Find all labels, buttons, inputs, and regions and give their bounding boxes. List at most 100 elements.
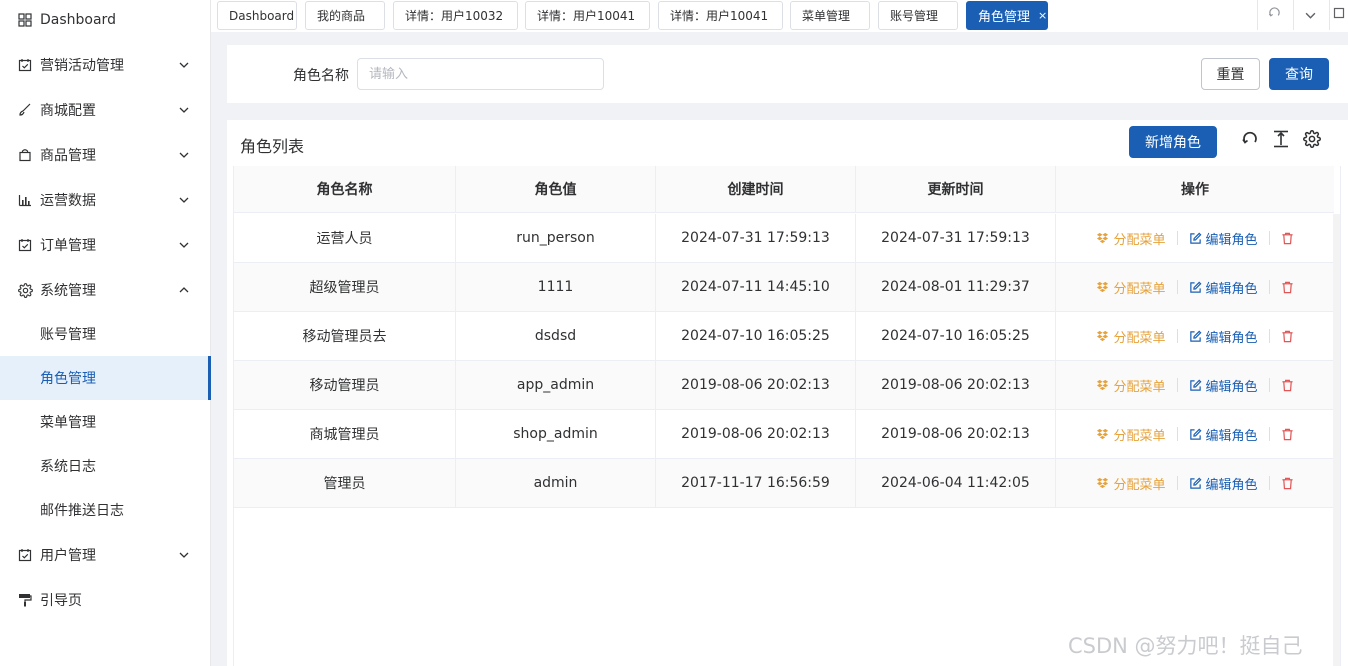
- column-header[interactable]: 创建时间: [656, 166, 856, 212]
- chevron-down-icon: [178, 152, 190, 158]
- tab-user-detail-10041[interactable]: 详情：用户10041: [525, 1, 650, 30]
- tab-my-goods[interactable]: 我的商品: [305, 1, 385, 30]
- assign-menu-button[interactable]: 分配菜单: [1096, 425, 1166, 444]
- gear-icon: [1303, 130, 1321, 152]
- dropbox-icon: [1096, 477, 1109, 490]
- assign-menu-button[interactable]: 分配菜单: [1096, 474, 1166, 493]
- edit-icon: [1189, 281, 1202, 294]
- brush-icon: [17, 102, 33, 118]
- tabs-dropdown-button[interactable]: [1293, 0, 1327, 30]
- watermark: CSDN @努力吧！挺自己: [1068, 634, 1303, 658]
- tab-account-manage[interactable]: 账号管理: [878, 1, 958, 30]
- assign-menu-label: 分配菜单: [1113, 232, 1166, 248]
- sidebar-subitem-syslog[interactable]: 系统日志: [0, 444, 210, 488]
- role-value-cell: shop_admin: [456, 410, 656, 458]
- sidebar-item-label: 引导页: [40, 593, 82, 609]
- sidebar-item-goods[interactable]: 商品管理: [0, 133, 210, 177]
- tab-user-detail-10041-2[interactable]: 详情：用户10041: [658, 1, 783, 30]
- sidebar-item-marketing[interactable]: 营销活动管理: [0, 43, 210, 87]
- assign-menu-button[interactable]: 分配菜单: [1096, 327, 1166, 346]
- created-time-cell: 2024-07-31 17:59:13: [656, 214, 856, 262]
- delete-role-button[interactable]: [1281, 379, 1294, 392]
- role-value-cell: dsdsd: [456, 312, 656, 360]
- role-name-input[interactable]: [357, 58, 604, 90]
- actions-cell: 分配菜单 编辑角色: [1056, 410, 1334, 458]
- role-value-cell: run_person: [456, 214, 656, 262]
- role-value-cell: app_admin: [456, 361, 656, 409]
- assign-menu-label: 分配菜单: [1113, 477, 1166, 493]
- table-row: 超级管理员 1111 2024-07-11 14:45:10 2024-08-0…: [234, 263, 1334, 312]
- divider: [1268, 378, 1270, 392]
- table-settings-button[interactable]: [1301, 130, 1323, 152]
- sidebar-item-mall-config[interactable]: 商城配置: [0, 88, 210, 132]
- role-name-cell: 移动管理员: [234, 361, 456, 409]
- sidebar-subitem-menus[interactable]: 菜单管理: [0, 400, 210, 444]
- actions-cell: 分配菜单 编辑角色: [1056, 263, 1334, 311]
- actions-cell: 分配菜单 编辑角色: [1056, 361, 1334, 409]
- sidebar-item-label: 订单管理: [40, 238, 96, 254]
- trash-icon: [1281, 428, 1294, 441]
- updated-time-cell: 2019-08-06 20:02:13: [856, 410, 1056, 458]
- chevron-down-icon: [178, 552, 190, 558]
- sidebar-item-dashboard[interactable]: Dashboard: [0, 0, 210, 42]
- add-role-button[interactable]: 新增角色: [1129, 126, 1217, 158]
- sidebar-subitem-accounts[interactable]: 账号管理: [0, 312, 210, 356]
- edit-role-button[interactable]: 编辑角色: [1189, 425, 1258, 444]
- assign-menu-button[interactable]: 分配菜单: [1096, 278, 1166, 297]
- vertical-scrollbar[interactable]: [1333, 214, 1340, 666]
- trash-icon: [1281, 281, 1294, 294]
- edit-role-button[interactable]: 编辑角色: [1189, 229, 1258, 248]
- delete-role-button[interactable]: [1281, 428, 1294, 441]
- table-row: 移动管理员去 dsdsd 2024-07-10 16:05:25 2024-07…: [234, 312, 1334, 361]
- refresh-table-button[interactable]: [1239, 130, 1261, 152]
- reset-button[interactable]: 重置: [1201, 58, 1260, 90]
- tab-label: 角色管理: [978, 10, 1031, 25]
- delete-role-button[interactable]: [1281, 477, 1294, 490]
- query-button[interactable]: 查询: [1269, 58, 1329, 90]
- tab-user-detail-10032[interactable]: 详情：用户10032: [393, 1, 518, 30]
- gear-icon: [17, 282, 33, 298]
- tab-role-manage[interactable]: 角色管理 ×: [966, 1, 1048, 30]
- chevron-down-icon: [178, 107, 190, 113]
- edit-role-button[interactable]: 编辑角色: [1189, 474, 1258, 493]
- column-header[interactable]: 角色值: [456, 166, 656, 212]
- dropbox-icon: [1096, 330, 1109, 343]
- dropbox-icon: [1096, 232, 1109, 245]
- edit-role-label: 编辑角色: [1205, 330, 1258, 346]
- sidebar-item-guide[interactable]: 引导页: [0, 578, 210, 622]
- edit-role-button[interactable]: 编辑角色: [1189, 376, 1258, 395]
- delete-role-button[interactable]: [1281, 330, 1294, 343]
- column-height-button[interactable]: [1270, 130, 1292, 152]
- role-name-cell: 超级管理员: [234, 263, 456, 311]
- edit-role-button[interactable]: 编辑角色: [1189, 278, 1258, 297]
- actions-cell: 分配菜单 编辑角色: [1056, 459, 1334, 507]
- sidebar-item-label: Dashboard: [40, 12, 116, 28]
- assign-menu-button[interactable]: 分配菜单: [1096, 229, 1166, 248]
- delete-role-button[interactable]: [1281, 232, 1294, 245]
- tab-dashboard[interactable]: Dashboard: [217, 1, 297, 30]
- divider: [1176, 231, 1178, 245]
- edit-icon: [1189, 428, 1202, 441]
- tab-menu-manage[interactable]: 菜单管理: [790, 1, 870, 30]
- sidebar-item-users[interactable]: 用户管理: [0, 533, 210, 577]
- calendar-check-icon: [17, 547, 33, 563]
- role-name-cell: 管理员: [234, 459, 456, 507]
- edit-role-label: 编辑角色: [1205, 232, 1258, 248]
- delete-role-button[interactable]: [1281, 281, 1294, 294]
- role-value-cell: admin: [456, 459, 656, 507]
- column-header: 操作: [1181, 182, 1209, 198]
- column-header[interactable]: 更新时间: [856, 166, 1056, 212]
- assign-menu-button[interactable]: 分配菜单: [1096, 376, 1166, 395]
- updated-time-cell: 2024-06-04 11:42:05: [856, 459, 1056, 507]
- sidebar-item-orders[interactable]: 订单管理: [0, 223, 210, 267]
- refresh-icon: [1268, 6, 1281, 24]
- sidebar-subitem-maillog[interactable]: 邮件推送日志: [0, 488, 210, 532]
- sidebar-item-operations[interactable]: 运营数据: [0, 178, 210, 222]
- edit-role-button[interactable]: 编辑角色: [1189, 327, 1258, 346]
- close-icon[interactable]: ×: [1038, 9, 1047, 22]
- refresh-tab-button[interactable]: [1257, 0, 1291, 30]
- fullscreen-button[interactable]: [1329, 0, 1348, 30]
- column-header[interactable]: 角色名称: [234, 166, 456, 212]
- sidebar-subitem-roles[interactable]: 角色管理: [0, 356, 211, 400]
- sidebar-item-system[interactable]: 系统管理: [0, 268, 210, 312]
